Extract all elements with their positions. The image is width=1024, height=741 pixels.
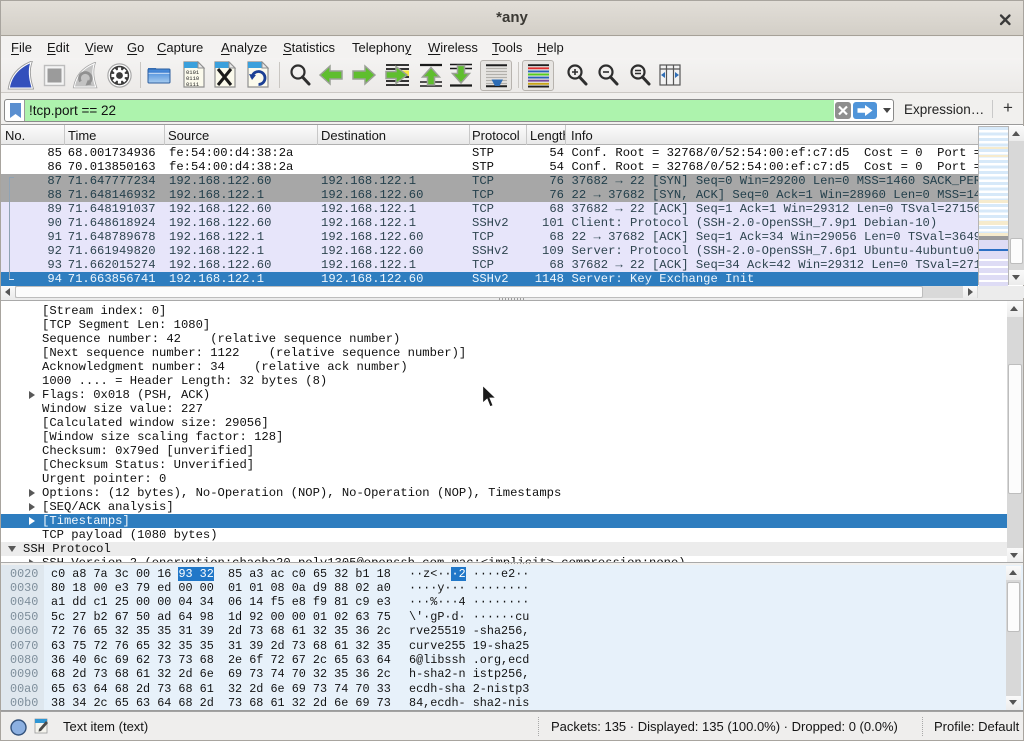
svg-text:0111: 0111 bbox=[186, 81, 200, 88]
